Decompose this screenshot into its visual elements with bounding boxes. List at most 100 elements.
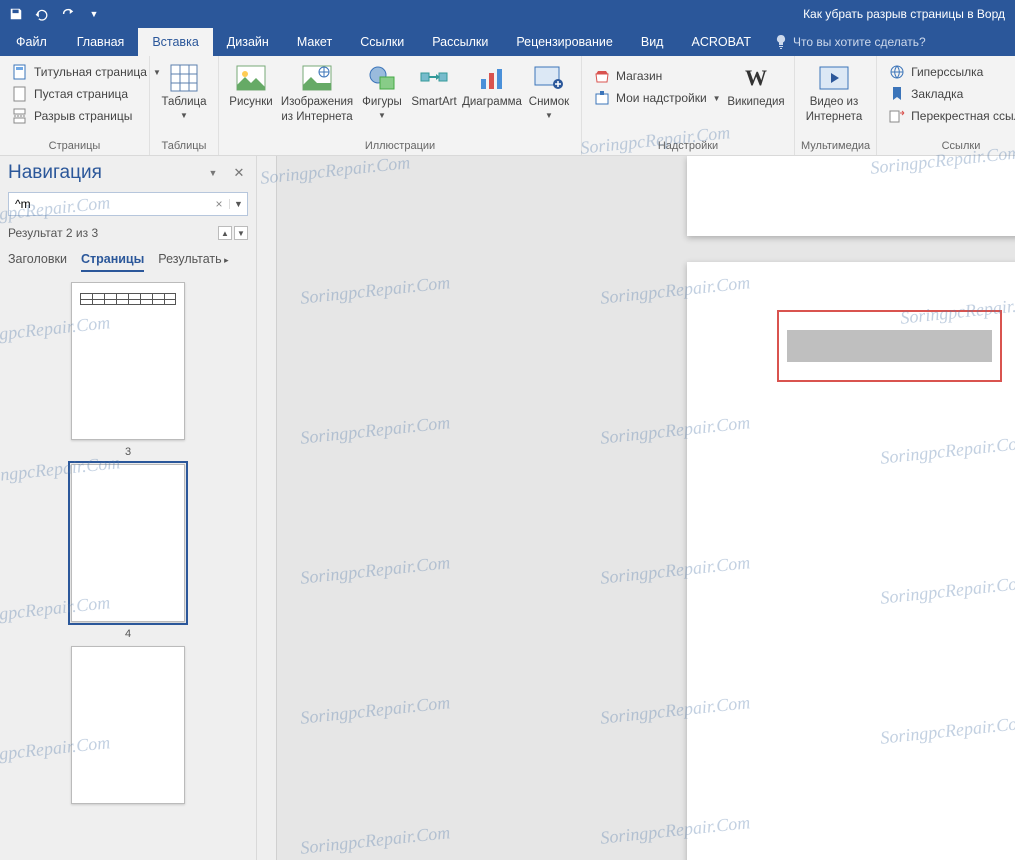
nav-search-clear[interactable]: × — [209, 197, 229, 211]
ribbon-tabs: Файл Главная Вставка Дизайн Макет Ссылки… — [0, 28, 1015, 56]
table-button[interactable]: Таблица ▼ — [156, 60, 212, 120]
nav-tab-headings[interactable]: Заголовки — [8, 248, 67, 272]
smartart-label: SmartArt — [411, 96, 456, 109]
nav-menu-button[interactable]: ▼ — [204, 164, 222, 182]
group-pages: Титульная страница ▼ Пустая страница Раз… — [0, 56, 150, 155]
tab-review[interactable]: Рецензирование — [502, 28, 627, 56]
pictures-icon — [235, 62, 267, 94]
group-links: Гиперссылка Закладка Перекрестная ссылка… — [877, 56, 1015, 155]
nav-prev-result[interactable]: ▲ — [218, 226, 232, 240]
cover-page-label: Титульная страница — [34, 65, 147, 79]
nav-search-input[interactable] — [9, 197, 209, 211]
workspace: Навигация ▼ ✕ × ▼ Результат 2 из 3 ▲ ▼ З… — [0, 156, 1015, 860]
tab-layout[interactable]: Макет — [283, 28, 346, 56]
save-button[interactable] — [4, 2, 28, 26]
navigation-title: Навигация — [8, 162, 102, 184]
store-button[interactable]: Магазин — [588, 66, 718, 86]
cover-page-button[interactable]: Титульная страница ▼ — [6, 62, 167, 82]
group-links-label: Ссылки — [883, 138, 1015, 155]
page-prev-bottom — [687, 156, 1015, 236]
my-addins-label: Мои надстройки — [616, 91, 707, 105]
video-icon — [818, 62, 850, 94]
bookmark-button[interactable]: Закладка — [883, 84, 1015, 104]
shapes-icon — [366, 62, 398, 94]
lightbulb-icon — [775, 35, 787, 49]
chart-button[interactable]: Диаграмма — [461, 60, 523, 109]
hyperlink-button[interactable]: Гиперссылка — [883, 62, 1015, 82]
online-pictures-label-2: из Интернета — [281, 111, 352, 124]
thumb-page-number: 4 — [125, 628, 131, 640]
nav-search[interactable]: × ▼ — [8, 192, 248, 216]
page-break-button[interactable]: Разрыв страницы — [6, 106, 167, 126]
group-media: Видео из Интернета Мультимедиа — [795, 56, 877, 155]
thumb-page-number: 3 — [125, 446, 131, 458]
table-icon — [168, 62, 200, 94]
online-video-label-1: Видео из — [810, 96, 859, 109]
online-pictures-button[interactable]: Изображения из Интернета — [277, 60, 357, 124]
nav-tab-results[interactable]: Результать ▸ — [158, 248, 228, 272]
navigation-pane: Навигация ▼ ✕ × ▼ Результат 2 из 3 ▲ ▼ З… — [0, 156, 257, 860]
nav-tabs: Заголовки Страницы Результать ▸ — [8, 248, 248, 272]
screenshot-label: Снимок — [529, 96, 569, 109]
nav-close-button[interactable]: ✕ — [230, 164, 248, 182]
pictures-button[interactable]: Рисунки — [225, 60, 277, 109]
crossref-button[interactable]: Перекрестная ссылка — [883, 106, 1015, 126]
page-break-icon — [12, 108, 28, 124]
hyperlink-icon — [889, 64, 905, 80]
document-area[interactable] — [257, 156, 1015, 860]
blank-page-icon — [12, 86, 28, 102]
tab-home[interactable]: Главная — [63, 28, 139, 56]
group-pages-label: Страницы — [6, 138, 143, 155]
nav-next-result[interactable]: ▼ — [234, 226, 248, 240]
tab-mailings[interactable]: Рассылки — [418, 28, 502, 56]
smartart-icon — [418, 62, 450, 94]
table-label: Таблица — [161, 96, 206, 109]
quick-access-toolbar: ▼ — [4, 2, 106, 26]
online-video-label-2: Интернета — [806, 111, 862, 124]
pictures-label: Рисунки — [229, 96, 272, 109]
group-illustrations-label: Иллюстрации — [225, 138, 575, 155]
shapes-label: Фигуры — [362, 96, 402, 109]
page-break-frame — [777, 310, 1002, 382]
group-illustrations: Рисунки Изображения из Интернета Фигуры … — [219, 56, 582, 155]
title-bar: ▼ Как убрать разрыв страницы в Ворд — [0, 0, 1015, 28]
nav-search-dropdown[interactable]: ▼ — [229, 199, 247, 209]
blank-page-button[interactable]: Пустая страница — [6, 84, 167, 104]
page-thumbnail[interactable] — [71, 282, 185, 440]
screenshot-button[interactable]: Снимок ▼ — [523, 60, 575, 120]
tab-acrobat[interactable]: ACROBAT — [677, 28, 765, 56]
online-pictures-label-1: Изображения — [281, 96, 353, 109]
smartart-button[interactable]: SmartArt — [407, 60, 461, 109]
chart-label: Диаграмма — [462, 96, 522, 109]
group-addins: Магазин Мои надстройки ▼ W Википедия Над… — [582, 56, 795, 155]
wikipedia-button[interactable]: W Википедия — [724, 60, 788, 109]
crossref-icon — [889, 108, 905, 124]
chart-icon — [476, 62, 508, 94]
page-thumbnail[interactable] — [71, 464, 185, 622]
my-addins-button[interactable]: Мои надстройки ▼ — [588, 88, 718, 108]
screenshot-icon — [533, 62, 565, 94]
nav-tab-pages[interactable]: Страницы — [81, 248, 144, 272]
page-current — [687, 262, 1015, 860]
hyperlink-label: Гиперссылка — [911, 65, 983, 79]
qat-customize-button[interactable]: ▼ — [82, 2, 106, 26]
tell-me-placeholder: Что вы хотите сделать? — [793, 35, 926, 49]
tab-file[interactable]: Файл — [0, 28, 63, 56]
tab-references[interactable]: Ссылки — [346, 28, 418, 56]
online-video-button[interactable]: Видео из Интернета — [801, 60, 867, 124]
redo-button[interactable] — [56, 2, 80, 26]
shapes-button[interactable]: Фигуры ▼ — [357, 60, 407, 120]
tell-me-search[interactable]: Что вы хотите сделать? — [765, 28, 936, 56]
chevron-down-icon: ▼ — [90, 9, 99, 19]
crossref-label: Перекрестная ссылка — [911, 109, 1015, 123]
wikipedia-icon: W — [740, 62, 772, 94]
tab-design[interactable]: Дизайн — [213, 28, 283, 56]
vertical-ruler — [257, 156, 277, 860]
online-pictures-icon — [301, 62, 333, 94]
ribbon: Титульная страница ▼ Пустая страница Раз… — [0, 56, 1015, 156]
document-title: Как убрать разрыв страницы в Ворд — [803, 7, 1011, 21]
tab-insert[interactable]: Вставка — [138, 28, 212, 56]
undo-button[interactable] — [30, 2, 54, 26]
page-thumbnail[interactable] — [71, 646, 185, 804]
tab-view[interactable]: Вид — [627, 28, 678, 56]
